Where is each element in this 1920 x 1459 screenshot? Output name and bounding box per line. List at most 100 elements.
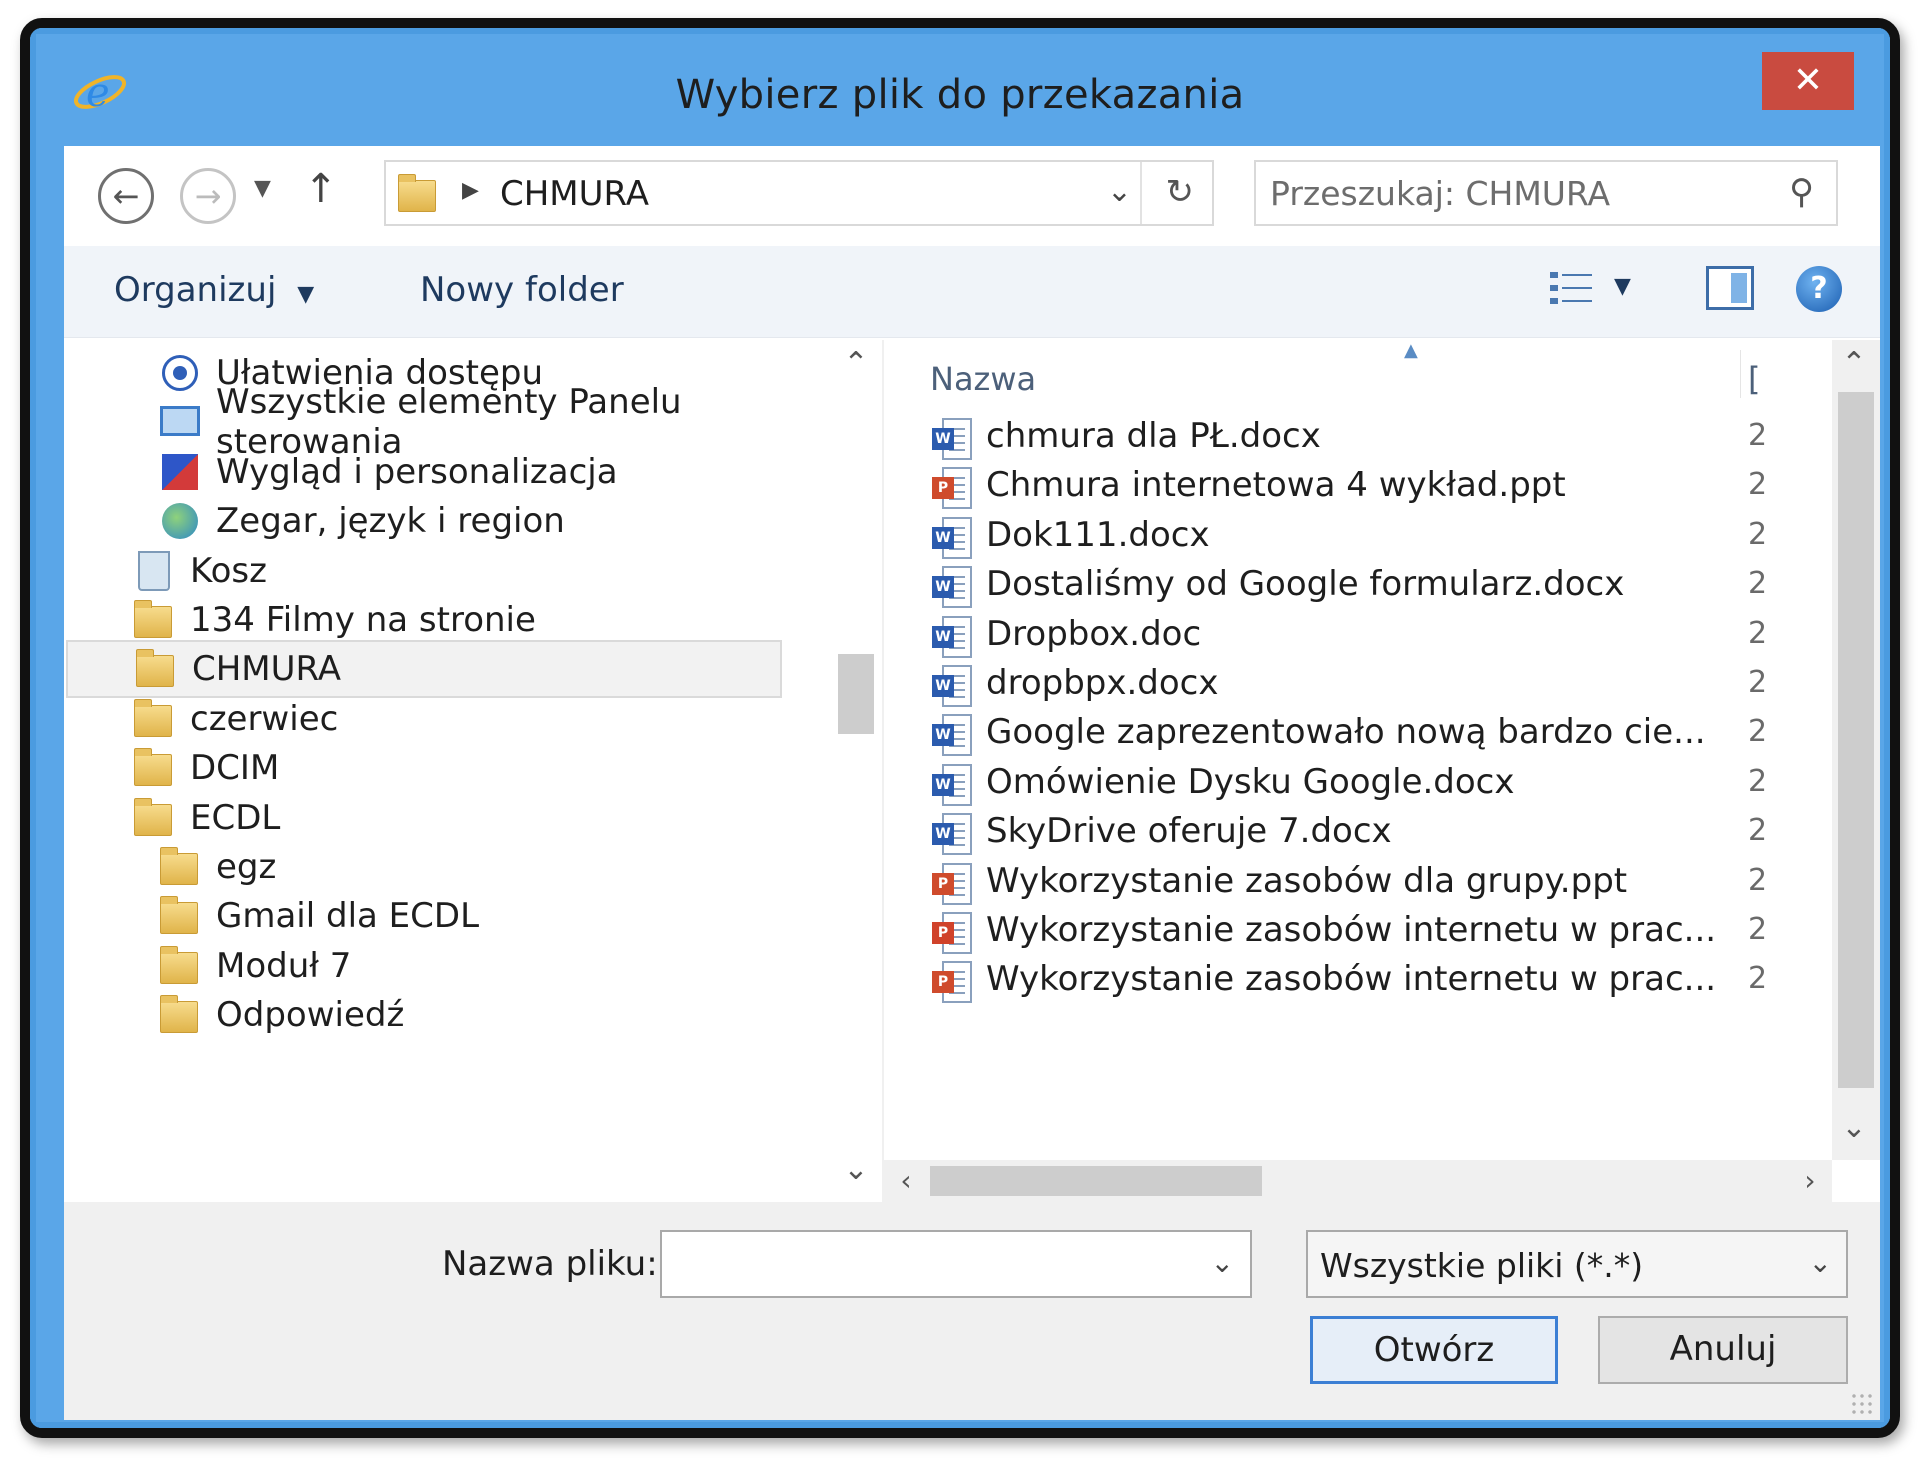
recent-locations-button[interactable]: ▼ [254, 176, 271, 201]
word-document-icon: W [932, 615, 972, 660]
tree-item-label: Odpowiedź [216, 995, 405, 1036]
horizontal-scrollbar[interactable]: ‹ › [884, 1160, 1832, 1202]
file-date: 2 [1748, 467, 1768, 503]
file-name: Wykorzystanie zasobów internetu w prac..… [986, 910, 1717, 950]
new-folder-button[interactable]: Nowy folder [420, 270, 624, 310]
open-button[interactable]: Otwórz [1310, 1316, 1558, 1384]
scrollbar-thumb[interactable] [1838, 392, 1874, 1088]
folder-icon [132, 598, 176, 642]
file-name: dropbpx.docx [986, 663, 1219, 703]
control-panel-icon [158, 400, 202, 444]
organize-button[interactable]: Organizuj ▼ [114, 270, 314, 310]
back-arrow-icon: ← [112, 177, 140, 215]
file-date: 2 [1748, 566, 1768, 602]
navigation-bar: ← → ▼ ↑ ▶ CHMURA ⌄ ↻ Przeszukaj: CHMURA … [64, 146, 1880, 246]
sort-ascending-icon: ▲ [1404, 340, 1418, 361]
folder-icon [132, 697, 176, 741]
filename-input[interactable] [672, 1242, 1172, 1288]
tree-item-label: ECDL [190, 797, 281, 838]
folder-icon [158, 993, 202, 1037]
address-dropdown-icon[interactable]: ⌄ [1107, 174, 1132, 209]
search-input[interactable] [1270, 170, 1750, 216]
file-name: Dostaliśmy od Google formularz.docx [986, 564, 1625, 605]
file-name: Dropbox.doc [986, 613, 1202, 654]
word-document-icon: W [932, 763, 972, 808]
close-button[interactable]: ✕ [1762, 52, 1854, 110]
up-button[interactable]: ↑ [304, 166, 338, 212]
cancel-button[interactable]: Anuluj [1598, 1316, 1848, 1384]
tree-item-label: egz [216, 847, 277, 887]
tree-item-label: CHMURA [192, 649, 342, 690]
file-name: Dok111.docx [986, 514, 1210, 555]
accessibility-icon [158, 351, 202, 395]
file-name: chmura dla PŁ.docx [986, 416, 1321, 456]
scroll-right-icon[interactable]: › [1790, 1160, 1830, 1202]
folder-icon [396, 172, 442, 214]
file-date: 2 [1748, 665, 1768, 700]
view-dropdown-icon[interactable]: ▼ [1614, 274, 1631, 299]
file-date: 2 [1748, 615, 1768, 651]
scroll-up-icon[interactable]: ⌃ [834, 346, 878, 381]
organize-label: Organizuj [114, 270, 277, 310]
tree-item-label: DCIM [190, 748, 280, 789]
title-bar[interactable]: e Wybierz plik do przekazania ✕ [36, 34, 1884, 154]
search-box[interactable]: ⚲ [1254, 160, 1838, 226]
forward-button[interactable]: → [180, 168, 236, 224]
tree-item-label: Wygląd i personalizacja [216, 451, 618, 492]
address-bar[interactable]: ▶ CHMURA ⌄ ↻ [384, 160, 1214, 226]
tree-item-label: Gmail dla ECDL [216, 896, 480, 937]
file-row[interactable]: P Wykorzystanie zasobów internetu w prac.… [884, 953, 1880, 1011]
tree-item-label: Zegar, język i region [216, 501, 565, 542]
view-options-icon[interactable] [1548, 268, 1594, 308]
file-type-select[interactable]: Wszystkie pliki (*.*) ⌄ [1306, 1230, 1848, 1298]
file-dialog: e Wybierz plik do przekazania ✕ ← → ▼ ↑ [30, 28, 1890, 1428]
scrollbar-thumb[interactable] [838, 654, 874, 734]
file-date: 2 [1748, 912, 1768, 947]
tree-item-label: Kosz [190, 550, 267, 591]
column-date[interactable]: [ [1748, 360, 1760, 398]
word-document-icon: W [932, 566, 972, 610]
help-icon[interactable]: ? [1796, 266, 1842, 312]
search-icon[interactable]: ⚲ [1789, 172, 1814, 212]
file-date: 2 [1748, 862, 1768, 898]
powerpoint-document-icon: P [932, 862, 972, 907]
resize-grip-icon[interactable] [1850, 1392, 1874, 1416]
scroll-down-icon[interactable]: ⌄ [834, 1152, 878, 1187]
navigation-scrollbar[interactable]: ⌃ ⌄ [834, 340, 878, 1202]
column-name[interactable]: Nazwa [930, 360, 1036, 398]
window-frame: e Wybierz plik do przekazania ✕ ← → ▼ ↑ [20, 18, 1900, 1438]
file-name: Chmura internetowa 4 wykład.ppt [986, 465, 1566, 506]
address-path[interactable]: CHMURA [500, 174, 649, 214]
refresh-icon[interactable]: ↻ [1166, 172, 1195, 212]
file-name: Google zaprezentowało nową bardzo cie... [986, 712, 1706, 753]
chevron-down-icon[interactable]: ⌄ [1211, 1246, 1234, 1279]
scroll-up-icon[interactable]: ⌃ [1832, 346, 1876, 381]
forward-arrow-icon: → [194, 177, 222, 215]
filename-label: Nazwa pliku: [442, 1244, 658, 1284]
command-bar: Organizuj ▼ Nowy folder ▼ ? [64, 246, 1880, 338]
column-separator[interactable] [1740, 350, 1741, 398]
chevron-down-icon: ▼ [297, 282, 315, 307]
folder-icon [158, 894, 202, 938]
word-document-icon: W [932, 665, 972, 709]
folder-icon [134, 647, 178, 691]
file-name: Wykorzystanie zasobów dla grupy.ppt [986, 860, 1628, 901]
scroll-down-icon[interactable]: ⌄ [1832, 1110, 1876, 1145]
scrollbar-thumb[interactable] [930, 1166, 1262, 1196]
filename-combobox[interactable]: ⌄ [660, 1230, 1252, 1298]
back-button[interactable]: ← [98, 168, 154, 224]
folder-icon [158, 845, 202, 889]
address-divider [1140, 162, 1142, 224]
preview-pane-icon[interactable] [1706, 266, 1754, 310]
scroll-left-icon[interactable]: ‹ [886, 1160, 926, 1202]
column-header: ▲ Nazwa [ [884, 340, 1880, 410]
dialog-client-area: ← → ▼ ↑ ▶ CHMURA ⌄ ↻ Przeszukaj: CHMURA … [64, 146, 1880, 1420]
globe-icon [158, 499, 202, 543]
file-date: 2 [1748, 961, 1768, 997]
file-list: ▲ Nazwa [ Wchmura dla PŁ.docx 2 P Chmura in… [884, 340, 1880, 1202]
recycle-bin-icon [132, 549, 176, 593]
file-list-scrollbar[interactable]: ⌃ ⌄ [1832, 340, 1880, 1160]
breadcrumb-separator-icon[interactable]: ▶ [462, 178, 479, 203]
word-document-icon: W [932, 516, 972, 561]
tree-item[interactable]: Odpowiedź [158, 986, 404, 1044]
